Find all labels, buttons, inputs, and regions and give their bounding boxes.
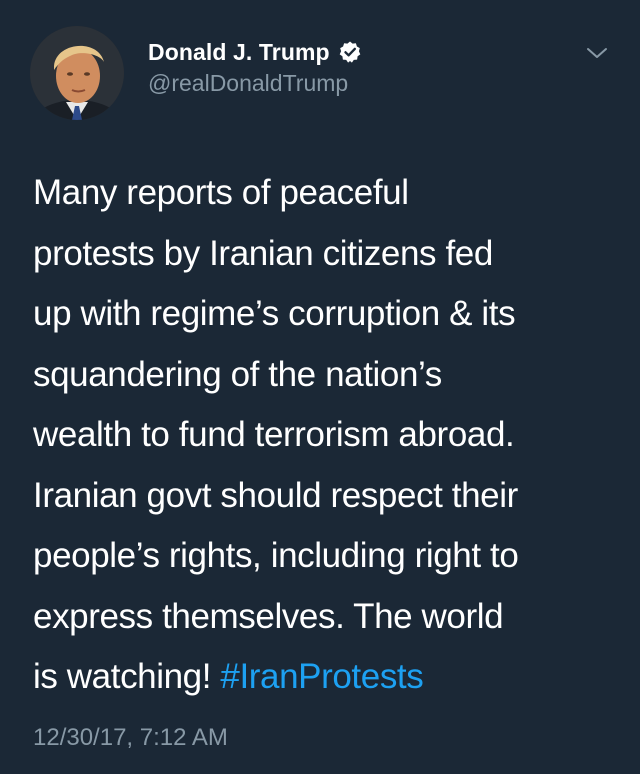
avatar-image (30, 26, 124, 120)
tweet-line: Iranian govt should respect their (33, 475, 518, 515)
user-avatar[interactable] (30, 26, 124, 120)
display-name[interactable]: Donald J. Trump (148, 39, 330, 66)
name-row: Donald J. Trump (148, 36, 362, 68)
chevron-down-icon[interactable] (585, 44, 609, 62)
tweet-line: protests by Iranian citizens fed (33, 233, 493, 273)
tweet-line: is watching! (33, 657, 221, 696)
tweet-timestamp[interactable]: 12/30/17, 7:12 AM (33, 724, 228, 752)
tweet-line: Many reports of peaceful (33, 173, 409, 212)
hashtag-link[interactable]: #IranProtests (220, 657, 423, 696)
tweet-text: Many reports of peaceful protests by Ira… (33, 163, 623, 708)
tweet-line: people’s rights, including right to (33, 536, 519, 575)
user-handle[interactable]: @realDonaldTrump (148, 70, 362, 97)
tweet-line: up with regime’s corruption & its (33, 294, 516, 333)
tweet-line: squandering of the nation’s (33, 354, 442, 394)
user-info: Donald J. Trump @realDonaldTrump (148, 36, 362, 97)
tweet-line: wealth to fund terrorism abroad. (33, 415, 515, 454)
tweet-line: express themselves. The world (33, 596, 504, 636)
verified-badge-icon (338, 40, 362, 64)
